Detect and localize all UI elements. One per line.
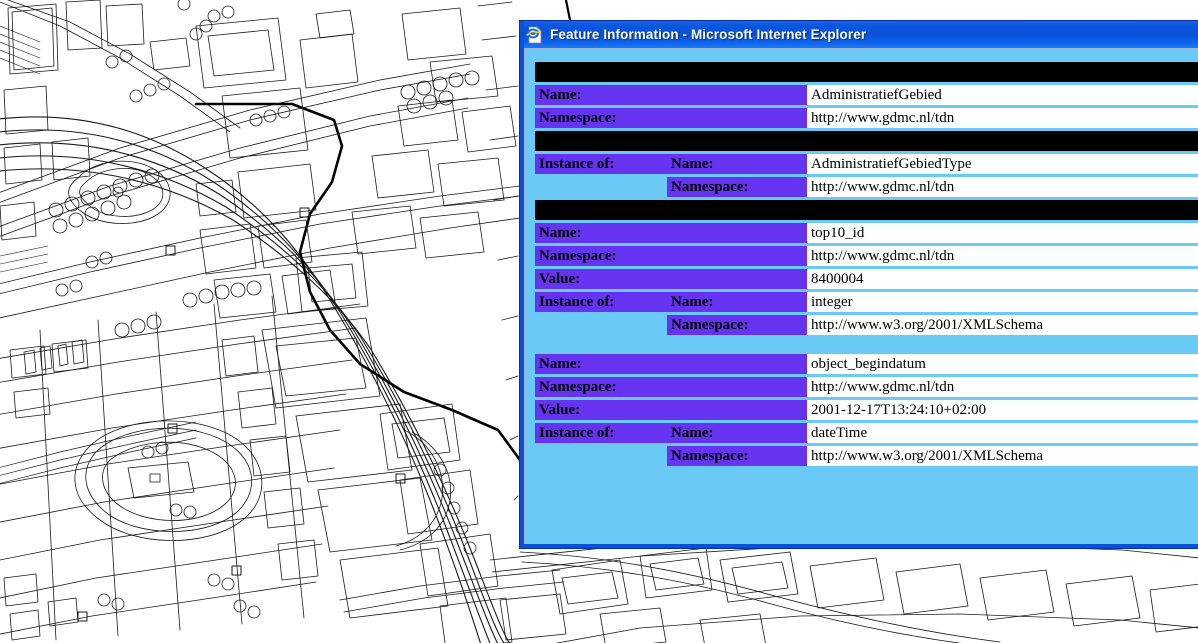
screen-root: Feature Information - Microsoft Internet… [0, 0, 1198, 643]
field-sublabel: Namespace: [667, 177, 807, 197]
window-client-area: Feature Information Name: Administratief… [524, 48, 1198, 544]
field-label-empty [535, 315, 667, 335]
section-header-row: Data type information [535, 131, 1198, 151]
html-document-body: Feature Information Name: Administratief… [525, 49, 1198, 544]
field-value: AdministratiefGebied [807, 85, 1198, 105]
field-label-instance-of: Instance of: [535, 423, 667, 443]
table-row: Instance of: Name: dateTime [535, 423, 1198, 443]
field-value: top10_id [807, 223, 1198, 243]
field-sublabel: Name: [667, 154, 807, 174]
field-value: http://www.gdmc.nl/tdn [807, 108, 1198, 128]
table-row: Instance of: Name: AdministratiefGebiedT… [535, 154, 1198, 174]
table-row: Namespace: http://www.gdmc.nl/tdn [535, 246, 1198, 266]
field-label: Name: [535, 354, 807, 374]
table-row: Instance of: Name: integer [535, 292, 1198, 312]
field-label: Namespace: [535, 108, 807, 128]
field-sublabel: Namespace: [667, 315, 807, 335]
field-label-empty [535, 446, 667, 466]
field-value: dateTime [807, 423, 1198, 443]
field-label: Namespace: [535, 246, 807, 266]
field-value: 2001-12-17T13:24:10+02:00 [807, 400, 1198, 420]
field-label-empty [535, 177, 667, 197]
internet-explorer-page-icon [525, 25, 544, 44]
spacer-cell [807, 338, 1198, 351]
section-heading-feature-information: Feature Information [535, 62, 1198, 82]
field-label-instance-of: Instance of: [535, 154, 667, 174]
table-row: Namespace: http://www.w3.org/2001/XMLSch… [535, 446, 1198, 466]
table-row: Value: 2001-12-17T13:24:10+02:00 [535, 400, 1198, 420]
field-label: Name: [535, 85, 807, 105]
section-header-row: Properties [535, 200, 1198, 220]
table-row: Namespace: http://www.gdmc.nl/tdn [535, 377, 1198, 397]
spacer-cell [535, 338, 667, 351]
field-value: http://www.gdmc.nl/tdn [807, 246, 1198, 266]
table-row: Name: AdministratiefGebied [535, 85, 1198, 105]
field-label: Namespace: [535, 377, 807, 397]
window-title-text: Feature Information - Microsoft Internet… [550, 27, 867, 42]
table-row: Namespace: http://www.gdmc.nl/tdn [535, 177, 1198, 197]
field-value: object_begindatum [807, 354, 1198, 374]
field-sublabel: Name: [667, 292, 807, 312]
table-row: Value: 8400004 [535, 269, 1198, 289]
section-heading-properties: Properties [535, 200, 1198, 220]
field-sublabel: Namespace: [667, 446, 807, 466]
field-label: Name: [535, 223, 807, 243]
field-value: http://www.w3.org/2001/XMLSchema [807, 315, 1198, 335]
field-label: Value: [535, 269, 807, 289]
table-row: Namespace: http://www.gdmc.nl/tdn [535, 108, 1198, 128]
field-value: 8400004 [807, 269, 1198, 289]
section-heading-data-type-information: Data type information [535, 131, 1198, 151]
feature-information-table-body: Feature Information Name: Administratief… [535, 62, 1198, 466]
property-block-spacer [535, 338, 1198, 351]
section-header-row: Feature Information [535, 62, 1198, 82]
feature-information-table: Feature Information Name: Administratief… [535, 59, 1198, 469]
field-value: integer [807, 292, 1198, 312]
field-value: http://www.gdmc.nl/tdn [807, 377, 1198, 397]
table-row: Namespace: http://www.w3.org/2001/XMLSch… [535, 315, 1198, 335]
window-titlebar[interactable]: Feature Information - Microsoft Internet… [520, 21, 1198, 48]
field-sublabel: Name: [667, 423, 807, 443]
field-value: http://www.w3.org/2001/XMLSchema [807, 446, 1198, 466]
spacer-cell [667, 338, 807, 351]
field-label: Value: [535, 400, 807, 420]
feature-information-window[interactable]: Feature Information - Microsoft Internet… [519, 20, 1198, 549]
field-value: http://www.gdmc.nl/tdn [807, 177, 1198, 197]
field-label-instance-of: Instance of: [535, 292, 667, 312]
table-row: Name: object_begindatum [535, 354, 1198, 374]
field-value: AdministratiefGebiedType [807, 154, 1198, 174]
table-row: Name: top10_id [535, 223, 1198, 243]
